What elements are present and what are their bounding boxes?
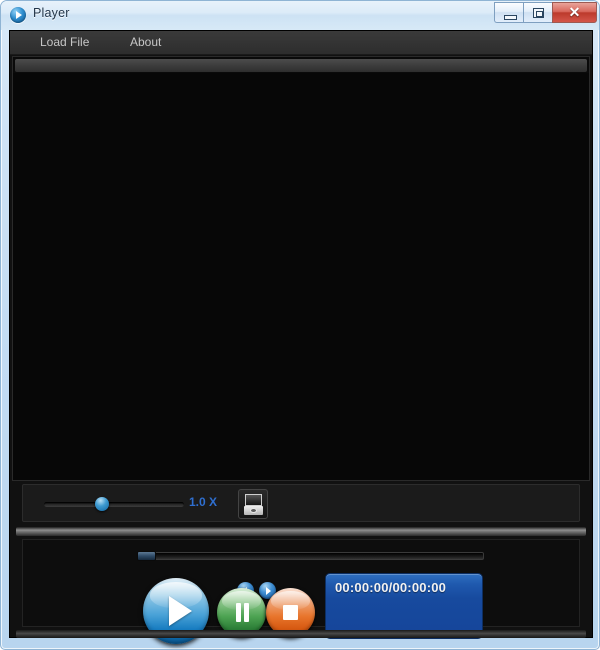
time-display-text: 00:00:00/00:00:00	[335, 580, 447, 595]
window-controls: ✕	[494, 2, 597, 24]
close-button[interactable]: ✕	[552, 2, 597, 23]
minimize-button[interactable]	[494, 2, 523, 23]
play-circle-icon	[10, 7, 26, 23]
next-arrow-icon	[266, 586, 271, 595]
stop-icon	[283, 605, 298, 620]
speed-control-bar: 1.0 X	[22, 484, 580, 522]
speed-slider-track[interactable]	[44, 502, 184, 507]
app-body: Load File About 1.0 X 00:00:00/00:00:00	[9, 30, 593, 644]
minimize-icon	[504, 15, 517, 20]
transport-controls-panel: 00:00:00/00:00:00	[22, 539, 580, 644]
pause-icon-bar-2	[244, 603, 249, 622]
maximize-icon	[533, 8, 544, 18]
maximize-button[interactable]	[523, 2, 552, 23]
speed-value-label: 1.0 X	[189, 495, 218, 509]
video-top-gradient-bar	[15, 59, 587, 72]
player-window: Player ✕ Load File About 1.0 X 00:00:00/…	[0, 0, 600, 650]
seek-bar-handle[interactable]	[137, 551, 156, 561]
snapshot-button[interactable]	[238, 489, 268, 519]
menu-item-load-file[interactable]: Load File	[34, 35, 95, 49]
title-bar[interactable]: Player ✕	[1, 1, 599, 30]
pause-icon	[236, 603, 241, 622]
window-title: Player	[33, 6, 70, 20]
camera-icon	[244, 494, 263, 515]
play-icon	[169, 596, 192, 626]
menu-bar: Load File About	[10, 31, 592, 55]
menu-item-about[interactable]: About	[124, 35, 167, 49]
section-divider	[16, 527, 586, 536]
bottom-gradient-strip	[16, 630, 586, 638]
video-panel[interactable]	[12, 56, 590, 481]
close-icon: ✕	[568, 4, 581, 20]
speed-slider-handle[interactable]	[95, 497, 109, 511]
video-screen[interactable]	[13, 73, 589, 480]
seek-bar-track[interactable]	[137, 552, 484, 560]
